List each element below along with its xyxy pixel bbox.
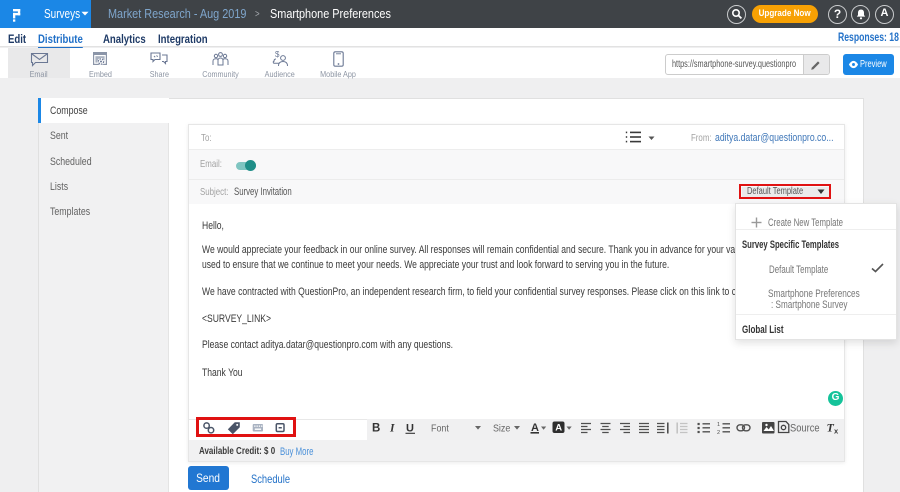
svg-text:x: x [834, 427, 839, 436]
svg-text:1: 1 [717, 422, 720, 428]
svg-text:2: 2 [717, 430, 720, 436]
svg-text:U: U [406, 423, 414, 435]
svg-text:B: B [372, 423, 380, 435]
svg-text:Size: Size [493, 423, 510, 435]
svg-text:Font: Font [431, 423, 449, 435]
svg-text:Source: Source [790, 423, 820, 435]
svg-text:$: $ [275, 50, 280, 59]
svg-text:A: A [555, 422, 562, 433]
svg-text:I: I [389, 423, 395, 435]
